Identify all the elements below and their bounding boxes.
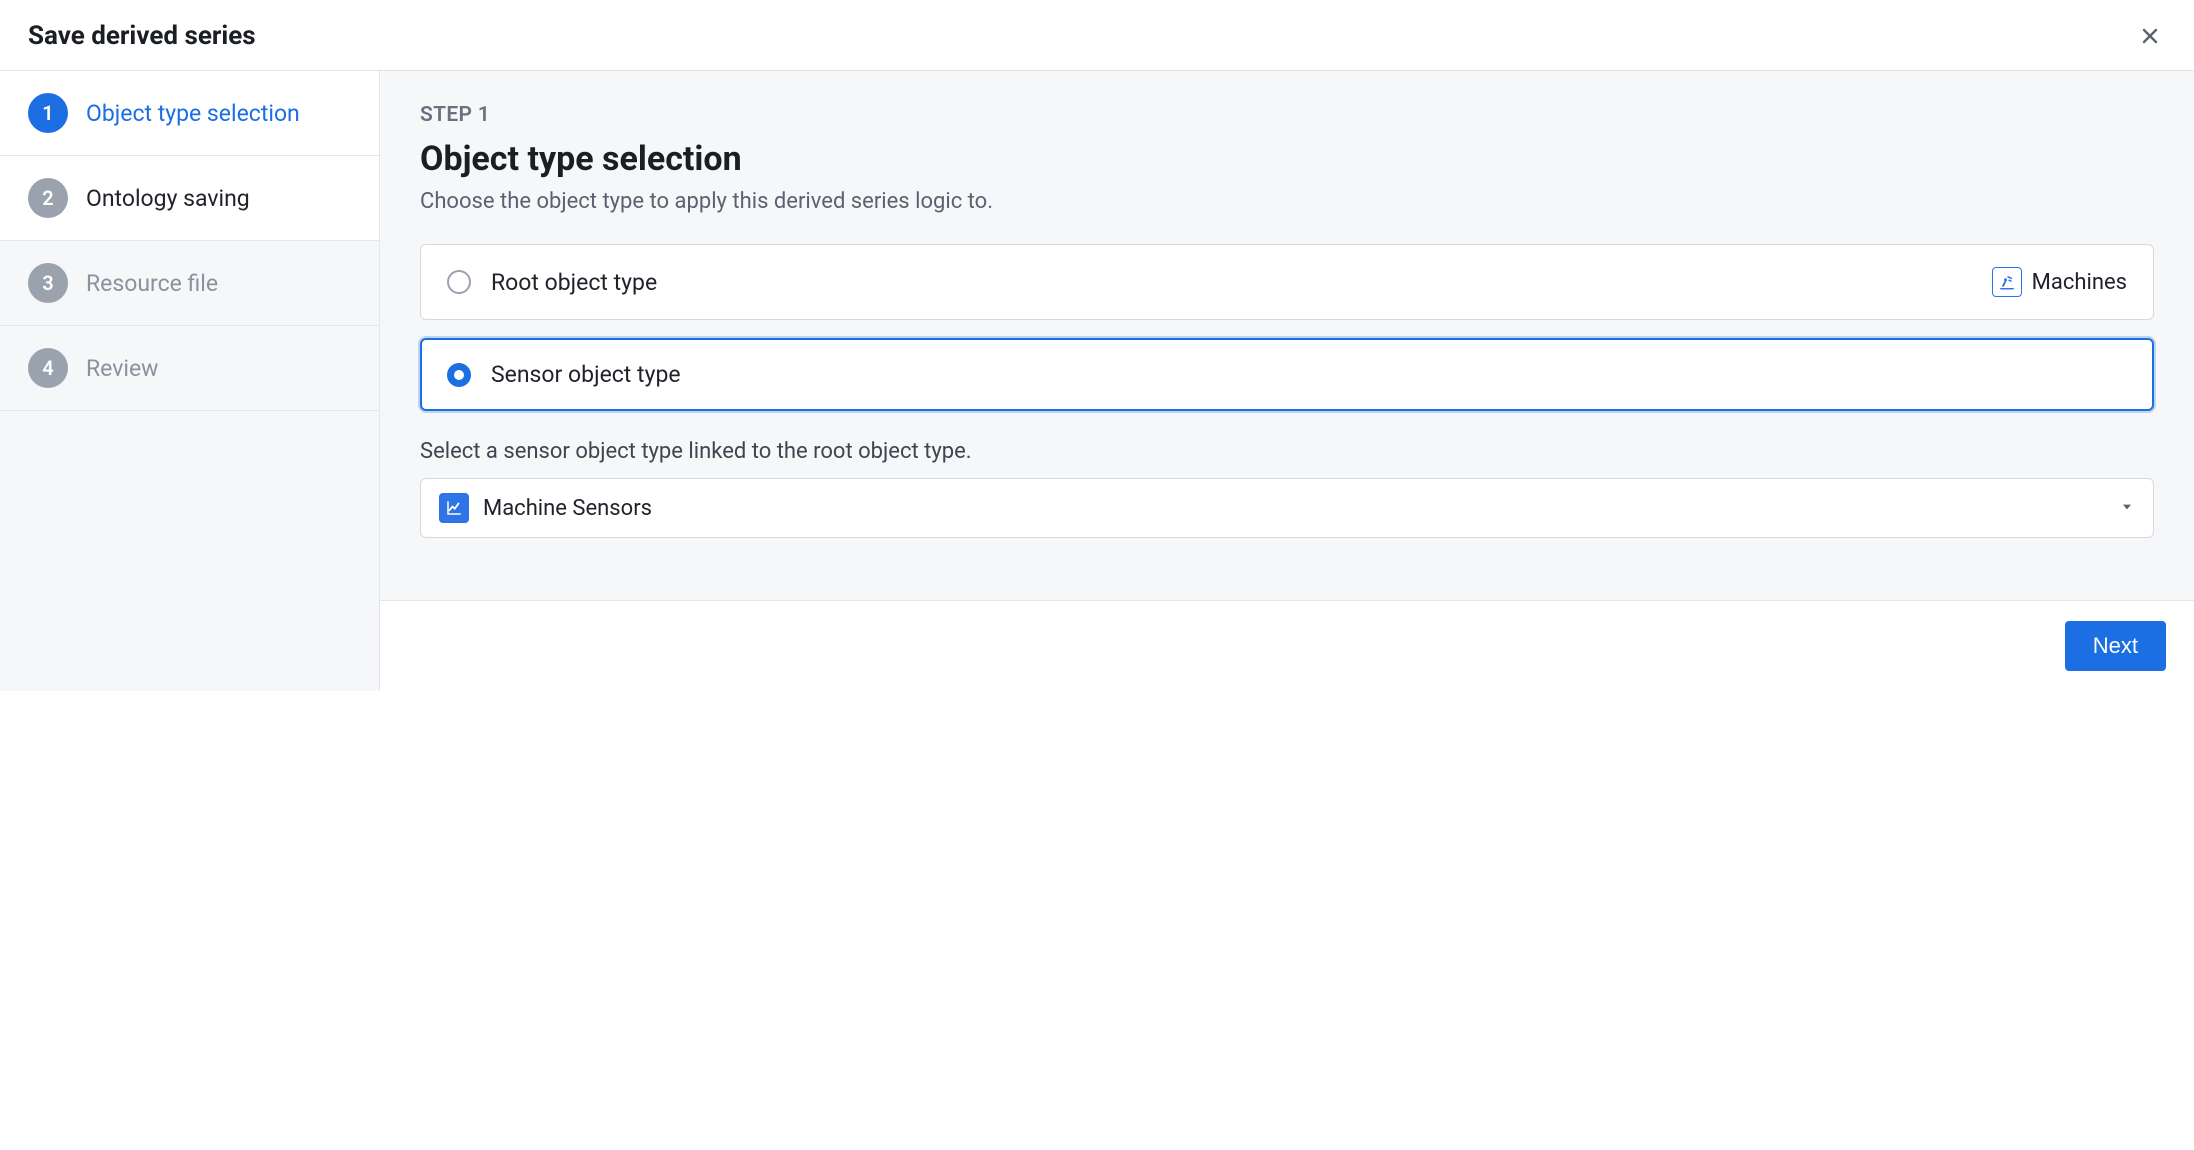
step-eyebrow: STEP 1 <box>420 103 2154 127</box>
close-icon <box>2140 34 2160 49</box>
next-button[interactable]: Next <box>2065 621 2166 671</box>
step-item-object-type-selection[interactable]: 1 Object type selection <box>0 71 379 156</box>
chart-icon <box>439 493 469 523</box>
radio-label: Sensor object type <box>491 361 2127 388</box>
dialog-title: Save derived series <box>28 21 256 51</box>
root-object-type-tag: Machines <box>1992 267 2127 297</box>
select-value: Machine Sensors <box>483 496 2105 521</box>
step-item-resource-file[interactable]: 3 Resource file <box>0 241 379 326</box>
step-label: Review <box>86 355 158 382</box>
chevron-down-icon <box>2119 496 2135 520</box>
dialog-body: 1 Object type selection 2 Ontology savin… <box>0 71 2194 691</box>
wizard-sidebar: 1 Object type selection 2 Ontology savin… <box>0 71 380 691</box>
radio-icon <box>447 270 471 294</box>
step-badge: 3 <box>28 263 68 303</box>
radio-sensor-object-type[interactable]: Sensor object type <box>420 338 2154 411</box>
radio-root-object-type[interactable]: Root object type Machines <box>420 244 2154 320</box>
step-label: Object type selection <box>86 100 300 127</box>
wizard-footer: Next <box>380 600 2194 691</box>
step-item-ontology-saving[interactable]: 2 Ontology saving <box>0 156 379 241</box>
radio-icon <box>447 363 471 387</box>
sensor-object-type-select[interactable]: Machine Sensors <box>420 478 2154 538</box>
wizard-main: STEP 1 Object type selection Choose the … <box>380 71 2194 691</box>
step-label: Ontology saving <box>86 185 250 212</box>
dialog-header: Save derived series <box>0 0 2194 71</box>
radio-label: Root object type <box>491 269 1972 296</box>
root-object-type-value: Machines <box>2032 270 2127 295</box>
machine-icon <box>1992 267 2022 297</box>
wizard-content: STEP 1 Object type selection Choose the … <box>380 71 2194 600</box>
step-badge: 4 <box>28 348 68 388</box>
step-item-review[interactable]: 4 Review <box>0 326 379 411</box>
close-button[interactable] <box>2134 20 2166 52</box>
step-description: Choose the object type to apply this der… <box>420 189 2154 214</box>
step-heading: Object type selection <box>420 139 2154 179</box>
save-derived-series-dialog: Save derived series 1 Object type select… <box>0 0 2194 691</box>
sensor-select-prompt: Select a sensor object type linked to th… <box>420 439 2154 464</box>
step-badge: 2 <box>28 178 68 218</box>
step-label: Resource file <box>86 270 218 297</box>
step-badge: 1 <box>28 93 68 133</box>
